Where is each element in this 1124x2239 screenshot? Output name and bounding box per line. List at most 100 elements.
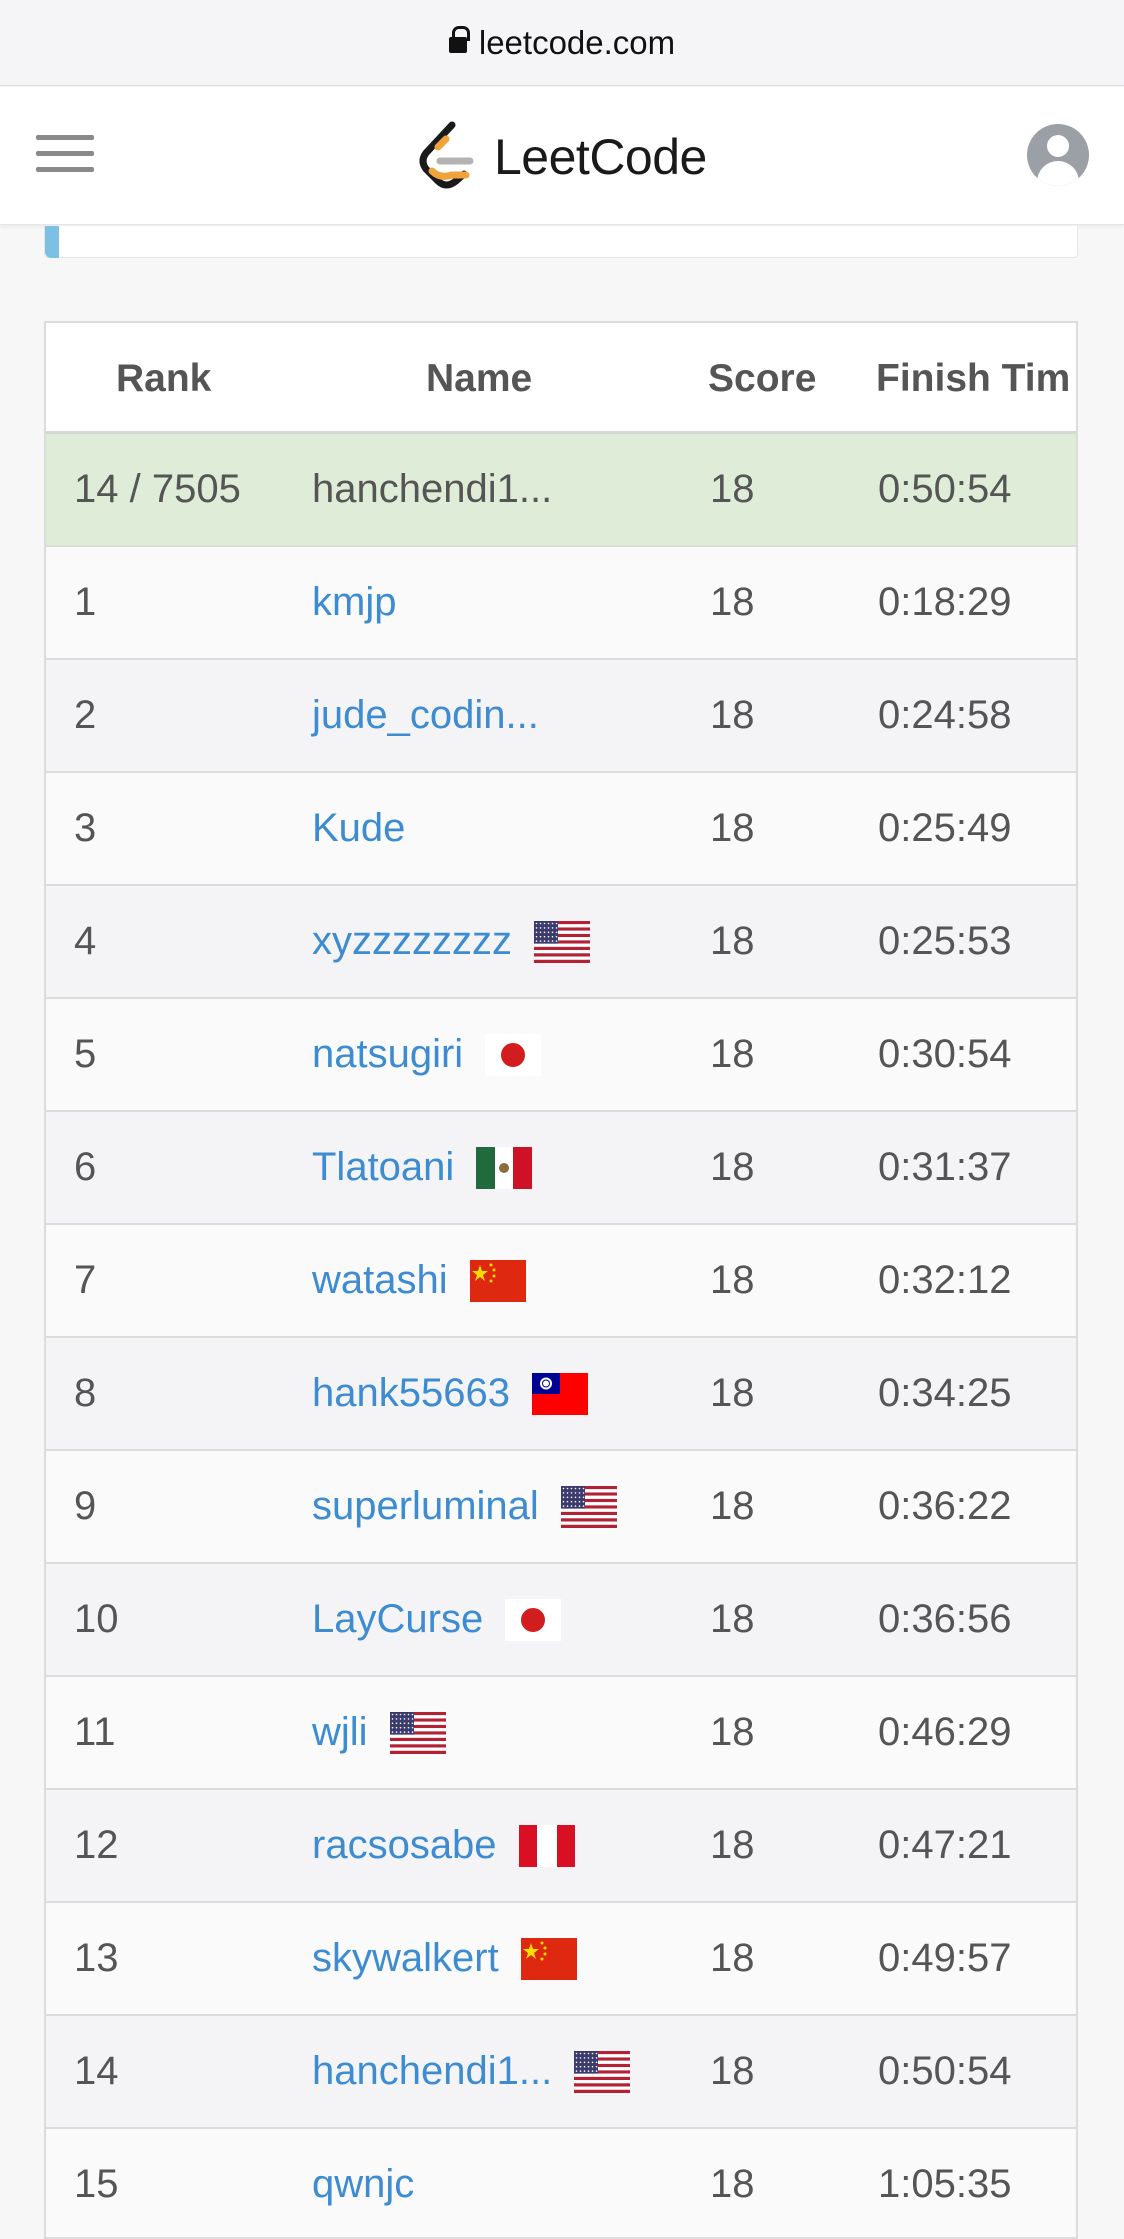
username-link[interactable]: Tlatoani bbox=[312, 1145, 454, 1190]
name-cell: superluminal bbox=[312, 1451, 617, 1562]
username-link[interactable]: hanchendi1... bbox=[312, 2049, 552, 2094]
table-row: 13 skywalkert 18 0:49:57 bbox=[46, 1903, 1076, 2016]
finish-time-cell: 0:50:54 bbox=[878, 2049, 1012, 2093]
username-link[interactable]: racsosabe bbox=[312, 1823, 497, 1868]
username-link[interactable]: hank55663 bbox=[312, 1371, 510, 1416]
table-header: Rank Name Score Finish Tim bbox=[46, 323, 1076, 434]
my-finish-time: 0:50:54 bbox=[878, 467, 1012, 511]
score-cell: 18 bbox=[710, 693, 755, 737]
table-row: 14 hanchendi1... 18 0:50:54 bbox=[46, 2016, 1076, 2129]
rank-cell: 12 bbox=[74, 1823, 119, 1867]
rank-cell: 15 bbox=[74, 2162, 119, 2206]
lock-icon bbox=[448, 25, 470, 56]
username-link[interactable]: Kude bbox=[312, 806, 405, 851]
jp-flag-icon bbox=[505, 1598, 562, 1641]
finish-time-cell: 0:25:53 bbox=[878, 919, 1012, 963]
tw-flag-icon bbox=[531, 1372, 588, 1415]
username-link[interactable]: superluminal bbox=[312, 1484, 539, 1529]
column-header-rank[interactable]: Rank bbox=[116, 323, 211, 434]
score-cell: 18 bbox=[710, 1710, 755, 1754]
finish-time-cell: 0:24:58 bbox=[878, 693, 1012, 737]
rank-cell: 9 bbox=[74, 1484, 97, 1528]
name-cell: racsosabe bbox=[312, 1790, 575, 1901]
us-flag-icon bbox=[534, 920, 590, 963]
logo-text: LeetCode bbox=[494, 129, 707, 185]
rank-cell: 6 bbox=[74, 1145, 97, 1189]
name-cell: hank55663 bbox=[312, 1338, 588, 1449]
column-header-finish-time[interactable]: Finish Tim bbox=[876, 323, 1070, 434]
score-cell: 18 bbox=[710, 919, 755, 963]
rank-cell: 11 bbox=[74, 1710, 116, 1754]
user-avatar-icon[interactable] bbox=[1027, 124, 1089, 186]
rank-cell: 13 bbox=[74, 1936, 119, 1980]
contest-info-card bbox=[44, 226, 1078, 258]
finish-time-cell: 0:25:49 bbox=[878, 806, 1012, 850]
rank-cell: 10 bbox=[74, 1597, 119, 1641]
table-row: 10 LayCurse 18 0:36:56 bbox=[46, 1564, 1076, 1677]
username-link[interactable]: watashi bbox=[312, 1258, 448, 1303]
browser-url-bar[interactable]: leetcode.com bbox=[0, 0, 1124, 86]
name-cell: wjli bbox=[312, 1677, 446, 1788]
username-link[interactable]: wjli bbox=[312, 1710, 368, 1755]
table-row: 2 jude_codin... 18 0:24:58 bbox=[46, 660, 1076, 773]
name-cell: jude_codin... bbox=[312, 660, 539, 771]
name-cell: qwnjc bbox=[312, 2129, 414, 2237]
username-link[interactable]: jude_codin... bbox=[312, 693, 539, 738]
url-text: leetcode.com bbox=[478, 23, 676, 61]
site-header: LeetCode bbox=[0, 87, 1124, 225]
score-cell: 18 bbox=[710, 1145, 755, 1189]
cn-flag-icon bbox=[469, 1259, 526, 1302]
my-rank-row: 14 / 7505 hanchendi1... 18 0:50:54 bbox=[46, 434, 1076, 547]
table-row: 8 hank55663 18 0:34:25 bbox=[46, 1338, 1076, 1451]
leetcode-logo-icon bbox=[419, 121, 474, 189]
score-cell: 18 bbox=[710, 1484, 755, 1528]
finish-time-cell: 0:31:37 bbox=[878, 1145, 1012, 1189]
username-link[interactable]: qwnjc bbox=[312, 2162, 414, 2207]
my-name-cell: hanchendi1... bbox=[312, 434, 552, 545]
mx-flag-icon bbox=[476, 1146, 533, 1189]
username-link[interactable]: LayCurse bbox=[312, 1597, 483, 1642]
score-cell: 18 bbox=[710, 1597, 755, 1641]
my-score: 18 bbox=[710, 467, 755, 511]
my-rank: 14 / 7505 bbox=[74, 467, 241, 511]
finish-time-cell: 1:05:35 bbox=[878, 2162, 1012, 2206]
score-cell: 18 bbox=[710, 1823, 755, 1867]
jp-flag-icon bbox=[485, 1033, 542, 1076]
score-cell: 18 bbox=[710, 1936, 755, 1980]
finish-time-cell: 0:36:56 bbox=[878, 1597, 1012, 1641]
username-link[interactable]: xyzzzzzzzz bbox=[312, 919, 512, 964]
table-row: 1 kmjp 18 0:18:29 bbox=[46, 547, 1076, 660]
column-header-score[interactable]: Score bbox=[708, 323, 816, 434]
table-row: 4 xyzzzzzzzz 18 0:25:53 bbox=[46, 886, 1076, 999]
ranking-table[interactable]: Rank Name Score Finish Tim 14 / 7505 han… bbox=[44, 321, 1078, 2239]
finish-time-cell: 0:49:57 bbox=[878, 1936, 1012, 1980]
table-row: 9 superluminal 18 0:36:22 bbox=[46, 1451, 1076, 1564]
my-username: hanchendi1... bbox=[312, 467, 553, 511]
column-header-name[interactable]: Name bbox=[426, 323, 532, 434]
finish-time-cell: 0:46:29 bbox=[878, 1710, 1012, 1754]
url-display[interactable]: leetcode.com bbox=[448, 23, 676, 62]
username-link[interactable]: kmjp bbox=[312, 580, 396, 625]
score-cell: 18 bbox=[710, 1258, 755, 1302]
finish-time-cell: 0:34:25 bbox=[878, 1371, 1012, 1415]
username-link[interactable]: natsugiri bbox=[312, 1032, 463, 1077]
us-flag-icon bbox=[574, 2050, 631, 2093]
name-cell: skywalkert bbox=[312, 1903, 577, 2014]
rank-cell: 4 bbox=[74, 919, 97, 963]
table-row: 5 natsugiri 18 0:30:54 bbox=[46, 999, 1076, 1112]
table-row: 6 Tlatoani 18 0:31:37 bbox=[46, 1112, 1076, 1225]
leetcode-logo[interactable]: LeetCode bbox=[416, 119, 707, 195]
finish-time-cell: 0:30:54 bbox=[878, 1032, 1012, 1076]
table-row: 12 racsosabe 18 0:47:21 bbox=[46, 1790, 1076, 1903]
finish-time-cell: 0:18:29 bbox=[878, 580, 1012, 624]
score-cell: 18 bbox=[710, 2162, 755, 2206]
score-cell: 18 bbox=[710, 580, 755, 624]
menu-icon[interactable] bbox=[36, 135, 94, 173]
score-cell: 18 bbox=[710, 1371, 755, 1415]
rank-cell: 2 bbox=[74, 693, 97, 737]
username-link[interactable]: skywalkert bbox=[312, 1936, 499, 1981]
name-cell: LayCurse bbox=[312, 1564, 562, 1675]
table-row: 3 Kude 18 0:25:49 bbox=[46, 773, 1076, 886]
finish-time-cell: 0:47:21 bbox=[878, 1823, 1012, 1867]
rank-cell: 5 bbox=[74, 1032, 97, 1076]
